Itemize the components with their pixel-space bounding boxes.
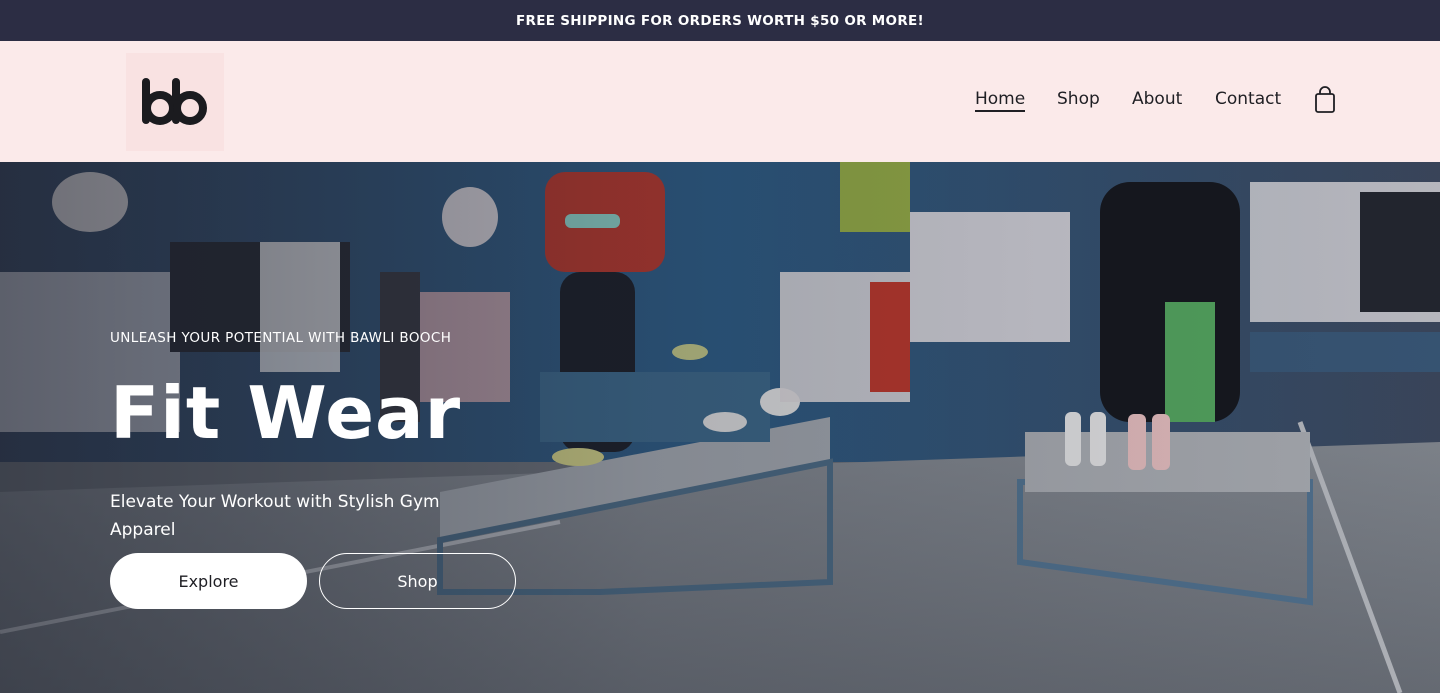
explore-button[interactable]: Explore: [110, 553, 307, 609]
nav-about[interactable]: About: [1132, 89, 1182, 109]
nav-contact[interactable]: Contact: [1215, 89, 1281, 109]
hero-title: Fit Wear: [110, 371, 462, 455]
announcement-bar: FREE SHIPPING FOR ORDERS WORTH $50 OR MO…: [0, 0, 1440, 41]
main-nav: Home Shop About Contact: [0, 41, 1440, 162]
hero-subtitle: Elevate Your Workout with Stylish Gym Ap…: [110, 492, 440, 540]
shopping-bag-icon[interactable]: [1313, 86, 1337, 114]
nav-home[interactable]: Home: [975, 89, 1026, 112]
shop-button[interactable]: Shop: [319, 553, 516, 609]
hero-eyebrow: UNLEASH YOUR POTENTIAL WITH BAWLI BOOCH: [110, 330, 452, 346]
hero-section: UNLEASH YOUR POTENTIAL WITH BAWLI BOOCH …: [0, 162, 1440, 693]
site-header: Home Shop About Contact: [0, 41, 1440, 162]
nav-shop[interactable]: Shop: [1057, 89, 1100, 109]
announcement-text: FREE SHIPPING FOR ORDERS WORTH $50 OR MO…: [515, 12, 924, 29]
